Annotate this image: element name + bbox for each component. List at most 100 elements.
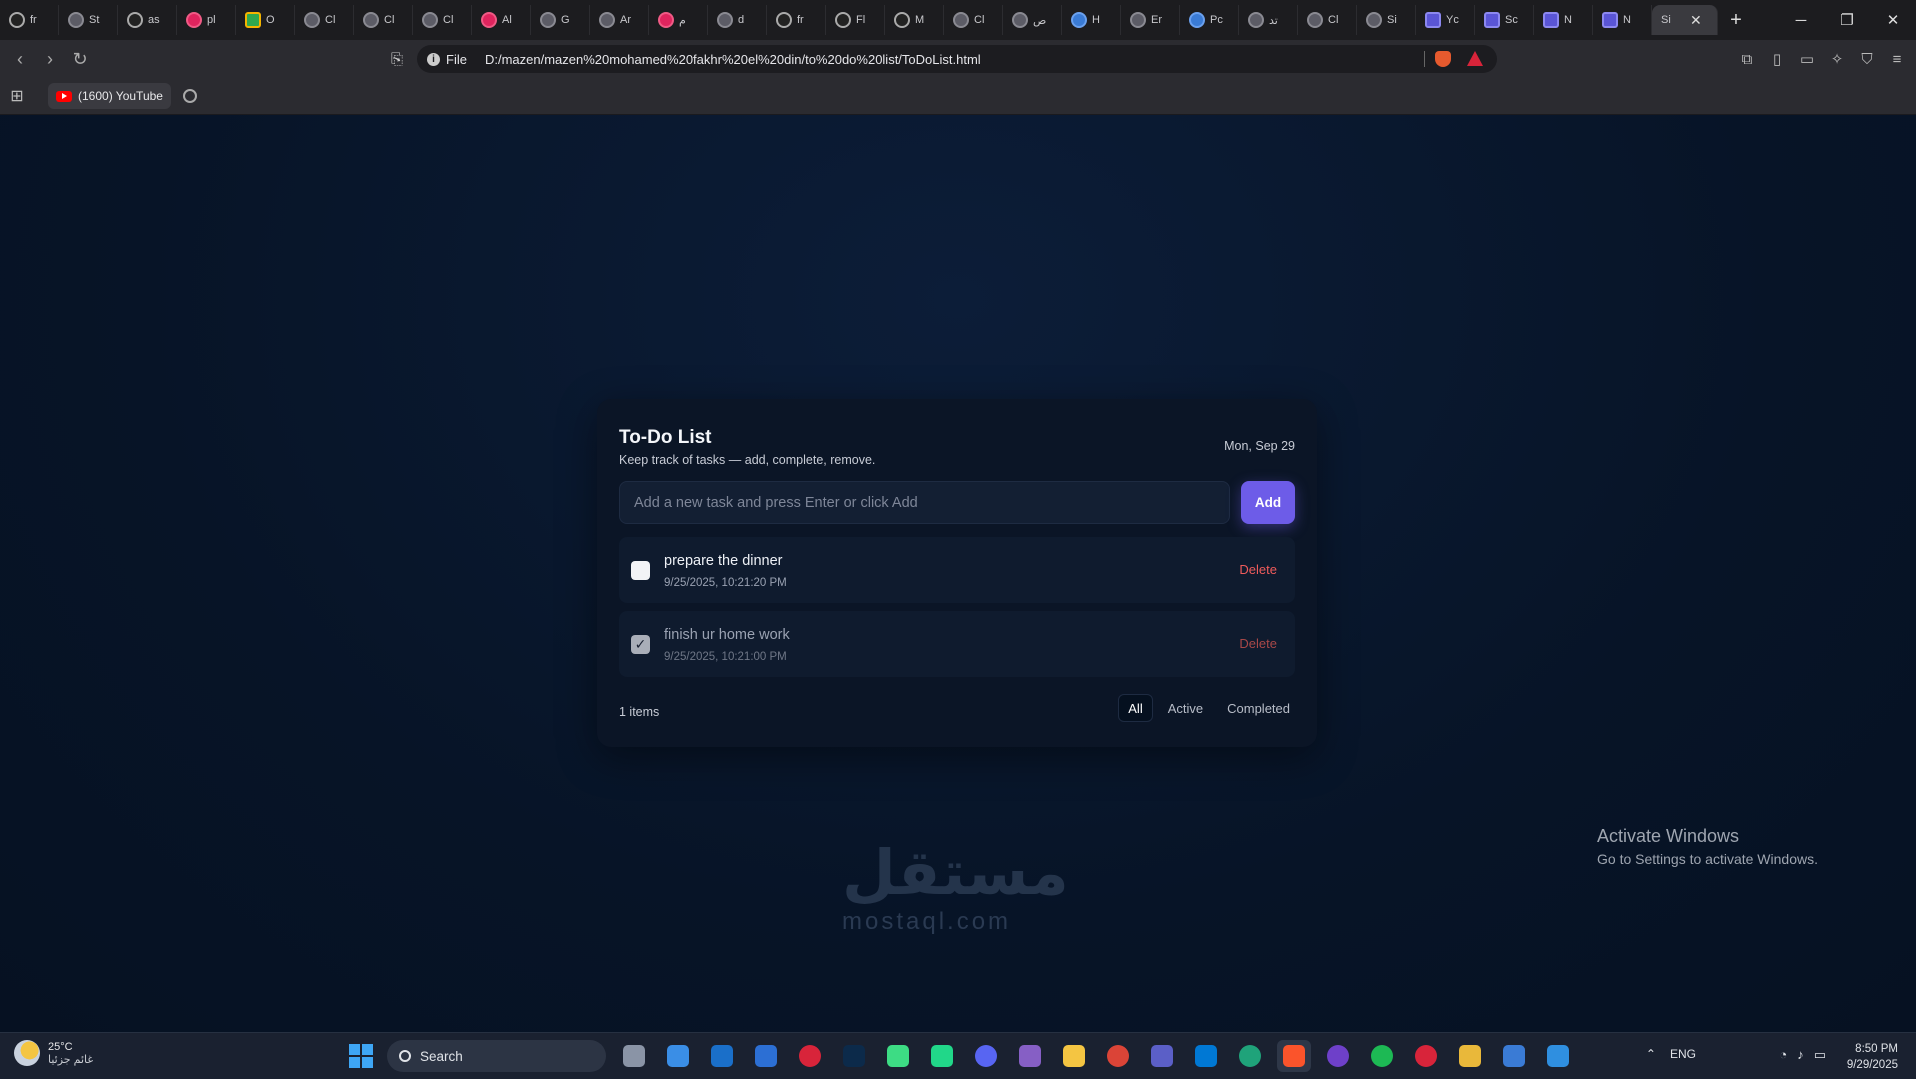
delete-task-button[interactable]: Delete (1239, 562, 1277, 577)
android-studio-icon[interactable] (881, 1040, 915, 1072)
reload-icon[interactable]: ↻ (65, 44, 95, 74)
back-icon[interactable]: ‹ (5, 44, 35, 74)
browser-tab[interactable]: fr (767, 5, 826, 35)
taskbar-search[interactable]: Search (387, 1040, 606, 1072)
clock-date: 9/29/2025 (1846, 1059, 1898, 1071)
task-view-icon[interactable] (617, 1040, 651, 1072)
browser-tab[interactable]: م (649, 5, 708, 35)
browser-tab[interactable]: as (118, 5, 177, 35)
weather-condition: غائم جزئيا (48, 1053, 94, 1066)
new-tab-button[interactable]: + (1718, 5, 1754, 35)
new-task-input[interactable] (619, 481, 1230, 524)
language-indicator[interactable]: ENG (1670, 1047, 1696, 1061)
filter-active[interactable]: Active (1159, 694, 1212, 722)
vscode-icon[interactable] (1189, 1040, 1223, 1072)
browser-tab[interactable]: Cl (354, 5, 413, 35)
chrome-icon[interactable] (1101, 1040, 1135, 1072)
photos-icon[interactable] (1497, 1040, 1531, 1072)
volume-icon[interactable]: ♪ (1797, 1047, 1804, 1063)
apps-grid-icon[interactable]: ⊞ (0, 81, 34, 111)
vpn-icon[interactable]: ⛉ (1854, 44, 1880, 74)
bookmark-icon[interactable]: ⎘ (382, 44, 412, 74)
browser-tab[interactable]: Cl (1298, 5, 1357, 35)
pycharm-icon[interactable] (925, 1040, 959, 1072)
sidebar-icon[interactable]: ▯ (1764, 44, 1790, 74)
browser-tab[interactable]: H (1062, 5, 1121, 35)
task-item-completed: ✓ finish ur home work 9/25/2025, 10:21:0… (619, 611, 1295, 677)
show-hidden-icons-icon[interactable]: ⌃ (1646, 1047, 1656, 1061)
browser-tab[interactable]: Cl (944, 5, 1003, 35)
delete-task-button[interactable]: Delete (1239, 636, 1277, 651)
browser-tab[interactable]: d (708, 5, 767, 35)
browser-tab[interactable]: N (1593, 5, 1652, 35)
store-icon[interactable] (749, 1040, 783, 1072)
discord-icon[interactable] (969, 1040, 1003, 1072)
anydesk-icon[interactable] (793, 1040, 827, 1072)
active-tab[interactable]: Si ✕ (1652, 5, 1718, 35)
task-checkbox[interactable] (631, 561, 650, 580)
minimize-icon[interactable]: ─ (1778, 0, 1824, 40)
todo-card: To-Do List Keep track of tasks — add, co… (597, 399, 1317, 747)
outlook-icon[interactable] (705, 1040, 739, 1072)
filter-completed[interactable]: Completed (1218, 694, 1299, 722)
snipping-tool-icon[interactable] (1541, 1040, 1575, 1072)
globe-icon[interactable] (182, 89, 197, 103)
browser-tab[interactable]: O (236, 5, 295, 35)
copilot-icon (1071, 12, 1087, 28)
restore-icon[interactable]: ❐ (1824, 0, 1870, 40)
browser-tab[interactable]: pl (177, 5, 236, 35)
browser-tab[interactable]: Sc (1475, 5, 1534, 35)
spotify-icon[interactable] (1365, 1040, 1399, 1072)
browser-tab[interactable]: Fl (826, 5, 885, 35)
url-field[interactable]: i File D:/mazen/mazen%20mohamed%20fakhr%… (417, 45, 1497, 73)
screenshot-icon[interactable]: ⧉ (1734, 44, 1760, 74)
browser-tab[interactable]: Pc (1180, 5, 1239, 35)
leo-ai-icon[interactable]: ✧ (1824, 44, 1850, 74)
browser-tab[interactable]: Si (1357, 5, 1416, 35)
browser-tab[interactable]: Ar (590, 5, 649, 35)
tab-title: Al (502, 14, 512, 26)
browser-tab[interactable]: G (531, 5, 590, 35)
wallet-icon[interactable]: ▭ (1794, 44, 1820, 74)
copilot-icon (1189, 12, 1205, 28)
brave-rewards-icon[interactable] (1467, 51, 1483, 66)
browser-tab[interactable]: ص (1003, 5, 1062, 35)
brave-shield-icon[interactable] (1435, 51, 1451, 67)
weather-widget[interactable]: 25°C غائم جزئيا (14, 1040, 93, 1066)
browser-tab[interactable]: M (885, 5, 944, 35)
browser-tab[interactable]: Yc (1416, 5, 1475, 35)
add-task-button[interactable]: Add (1241, 481, 1295, 524)
battery-icon[interactable]: ▭ (1814, 1047, 1826, 1063)
wifi-icon[interactable]: ◔ (1779, 1047, 1787, 1063)
github-desktop-icon[interactable] (1321, 1040, 1355, 1072)
copilot-app-icon[interactable] (661, 1040, 695, 1072)
browser-tab[interactable]: Al (472, 5, 531, 35)
bookmark-youtube[interactable]: (1600) YouTube (48, 83, 171, 109)
system-clock[interactable]: 8:50 PM 9/29/2025 (1847, 1041, 1898, 1073)
lightbulb-app-icon[interactable] (1453, 1040, 1487, 1072)
menu-icon[interactable]: ≡ (1884, 44, 1910, 74)
browser-tab[interactable]: Cl (413, 5, 472, 35)
browser-tab[interactable]: Cl (295, 5, 354, 35)
teams-icon[interactable] (1145, 1040, 1179, 1072)
browser-tab[interactable]: St (59, 5, 118, 35)
tab-title: Si (1387, 14, 1397, 26)
photoshop-icon[interactable] (837, 1040, 871, 1072)
close-tab-icon[interactable]: ✕ (1690, 12, 1702, 29)
file-explorer-icon[interactable] (1057, 1040, 1091, 1072)
browser-tab[interactable]: fr (0, 5, 59, 35)
filter-all[interactable]: All (1118, 694, 1153, 722)
browser-tab[interactable]: تد (1239, 5, 1298, 35)
anydesk-2-icon[interactable] (1409, 1040, 1443, 1072)
brave-browser-icon[interactable] (1277, 1040, 1311, 1072)
temperature: 25°C (48, 1040, 73, 1053)
info-icon[interactable]: i (427, 52, 440, 66)
edge-icon[interactable] (1233, 1040, 1267, 1072)
task-checkbox-checked[interactable]: ✓ (631, 635, 650, 654)
browser-tab[interactable]: Er (1121, 5, 1180, 35)
visual-studio-icon[interactable] (1013, 1040, 1047, 1072)
windows-start-icon[interactable] (349, 1044, 373, 1068)
browser-tab[interactable]: N (1534, 5, 1593, 35)
close-window-icon[interactable]: ✕ (1870, 0, 1916, 40)
forward-icon[interactable]: › (35, 44, 65, 74)
